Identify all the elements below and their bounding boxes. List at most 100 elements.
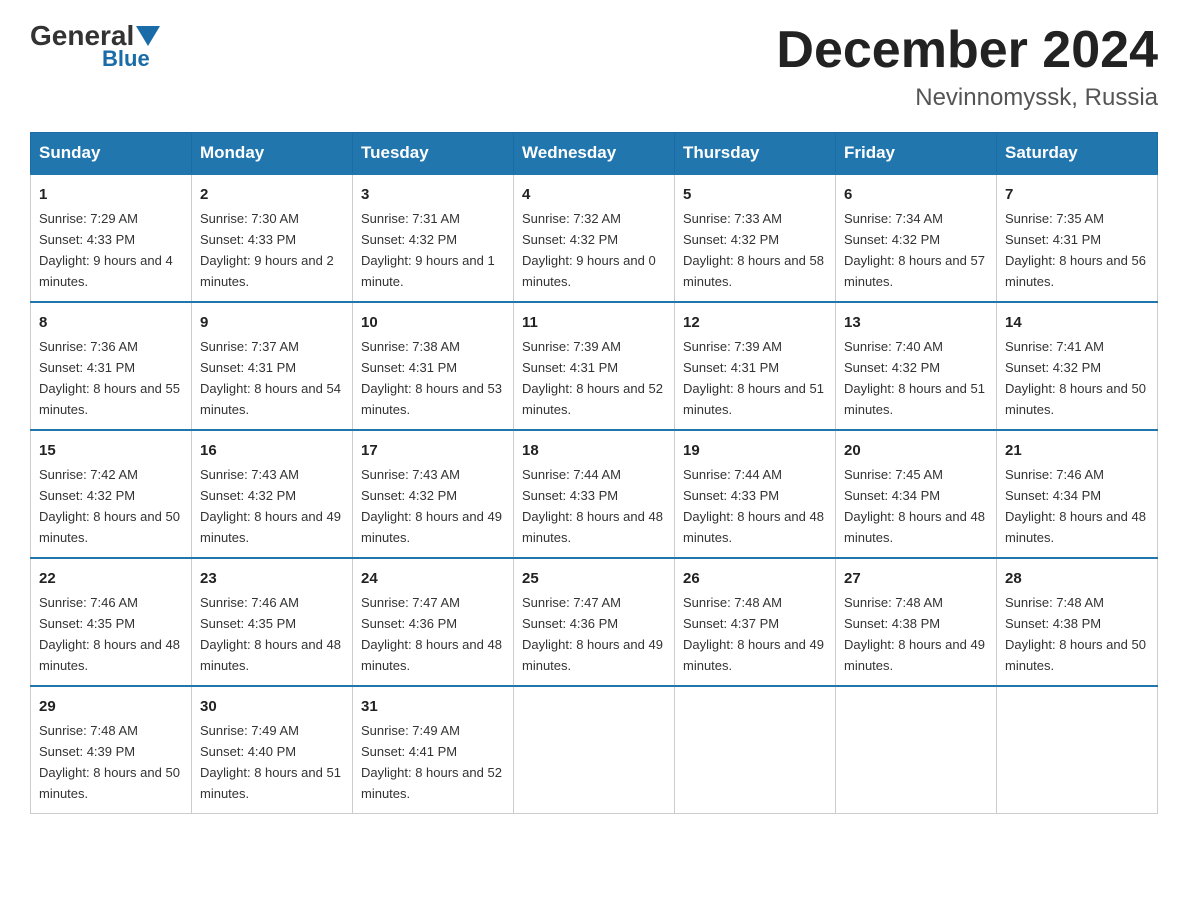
- calendar-cell: 4 Sunrise: 7:32 AMSunset: 4:32 PMDayligh…: [514, 174, 675, 302]
- day-number: 29: [39, 695, 183, 718]
- day-info: Sunrise: 7:43 AMSunset: 4:32 PMDaylight:…: [200, 467, 341, 545]
- month-title: December 2024: [776, 20, 1158, 80]
- day-number: 19: [683, 439, 827, 462]
- day-info: Sunrise: 7:48 AMSunset: 4:38 PMDaylight:…: [844, 595, 985, 673]
- day-info: Sunrise: 7:42 AMSunset: 4:32 PMDaylight:…: [39, 467, 180, 545]
- day-info: Sunrise: 7:40 AMSunset: 4:32 PMDaylight:…: [844, 339, 985, 417]
- calendar-cell: 10 Sunrise: 7:38 AMSunset: 4:31 PMDaylig…: [353, 302, 514, 430]
- calendar-cell: 15 Sunrise: 7:42 AMSunset: 4:32 PMDaylig…: [31, 430, 192, 558]
- day-number: 30: [200, 695, 344, 718]
- day-number: 1: [39, 183, 183, 206]
- calendar-cell: [514, 686, 675, 813]
- calendar-cell: 1 Sunrise: 7:29 AMSunset: 4:33 PMDayligh…: [31, 174, 192, 302]
- calendar-week-row: 15 Sunrise: 7:42 AMSunset: 4:32 PMDaylig…: [31, 430, 1158, 558]
- calendar-cell: [675, 686, 836, 813]
- calendar-cell: 17 Sunrise: 7:43 AMSunset: 4:32 PMDaylig…: [353, 430, 514, 558]
- day-info: Sunrise: 7:37 AMSunset: 4:31 PMDaylight:…: [200, 339, 341, 417]
- logo-blue-text: Blue: [102, 46, 150, 72]
- calendar-cell: 27 Sunrise: 7:48 AMSunset: 4:38 PMDaylig…: [836, 558, 997, 686]
- day-number: 12: [683, 311, 827, 334]
- day-info: Sunrise: 7:29 AMSunset: 4:33 PMDaylight:…: [39, 211, 173, 289]
- day-number: 10: [361, 311, 505, 334]
- calendar-cell: 7 Sunrise: 7:35 AMSunset: 4:31 PMDayligh…: [997, 174, 1158, 302]
- calendar-cell: 24 Sunrise: 7:47 AMSunset: 4:36 PMDaylig…: [353, 558, 514, 686]
- day-number: 8: [39, 311, 183, 334]
- day-info: Sunrise: 7:30 AMSunset: 4:33 PMDaylight:…: [200, 211, 334, 289]
- calendar-cell: [997, 686, 1158, 813]
- day-number: 5: [683, 183, 827, 206]
- logo: General Blue: [30, 20, 162, 72]
- day-number: 23: [200, 567, 344, 590]
- day-info: Sunrise: 7:44 AMSunset: 4:33 PMDaylight:…: [683, 467, 824, 545]
- day-number: 6: [844, 183, 988, 206]
- calendar-week-row: 22 Sunrise: 7:46 AMSunset: 4:35 PMDaylig…: [31, 558, 1158, 686]
- day-header-wednesday: Wednesday: [514, 133, 675, 175]
- day-info: Sunrise: 7:31 AMSunset: 4:32 PMDaylight:…: [361, 211, 495, 289]
- calendar-cell: 28 Sunrise: 7:48 AMSunset: 4:38 PMDaylig…: [997, 558, 1158, 686]
- day-number: 15: [39, 439, 183, 462]
- title-block: December 2024 Nevinnomyssk, Russia: [776, 20, 1158, 112]
- calendar-cell: 11 Sunrise: 7:39 AMSunset: 4:31 PMDaylig…: [514, 302, 675, 430]
- day-info: Sunrise: 7:39 AMSunset: 4:31 PMDaylight:…: [522, 339, 663, 417]
- day-number: 4: [522, 183, 666, 206]
- day-number: 2: [200, 183, 344, 206]
- day-info: Sunrise: 7:36 AMSunset: 4:31 PMDaylight:…: [39, 339, 180, 417]
- calendar-cell: 31 Sunrise: 7:49 AMSunset: 4:41 PMDaylig…: [353, 686, 514, 813]
- calendar-week-row: 29 Sunrise: 7:48 AMSunset: 4:39 PMDaylig…: [31, 686, 1158, 813]
- day-header-tuesday: Tuesday: [353, 133, 514, 175]
- calendar-cell: 26 Sunrise: 7:48 AMSunset: 4:37 PMDaylig…: [675, 558, 836, 686]
- day-number: 31: [361, 695, 505, 718]
- calendar-cell: 25 Sunrise: 7:47 AMSunset: 4:36 PMDaylig…: [514, 558, 675, 686]
- day-info: Sunrise: 7:46 AMSunset: 4:34 PMDaylight:…: [1005, 467, 1146, 545]
- day-info: Sunrise: 7:34 AMSunset: 4:32 PMDaylight:…: [844, 211, 985, 289]
- calendar-table: SundayMondayTuesdayWednesdayThursdayFrid…: [30, 132, 1158, 814]
- day-info: Sunrise: 7:49 AMSunset: 4:40 PMDaylight:…: [200, 723, 341, 801]
- day-number: 27: [844, 567, 988, 590]
- calendar-cell: 14 Sunrise: 7:41 AMSunset: 4:32 PMDaylig…: [997, 302, 1158, 430]
- calendar-cell: 30 Sunrise: 7:49 AMSunset: 4:40 PMDaylig…: [192, 686, 353, 813]
- day-header-sunday: Sunday: [31, 133, 192, 175]
- day-header-monday: Monday: [192, 133, 353, 175]
- day-info: Sunrise: 7:33 AMSunset: 4:32 PMDaylight:…: [683, 211, 824, 289]
- calendar-cell: 2 Sunrise: 7:30 AMSunset: 4:33 PMDayligh…: [192, 174, 353, 302]
- day-info: Sunrise: 7:44 AMSunset: 4:33 PMDaylight:…: [522, 467, 663, 545]
- calendar-cell: 23 Sunrise: 7:46 AMSunset: 4:35 PMDaylig…: [192, 558, 353, 686]
- day-info: Sunrise: 7:48 AMSunset: 4:39 PMDaylight:…: [39, 723, 180, 801]
- logo-triangle-icon: [136, 26, 160, 46]
- day-number: 11: [522, 311, 666, 334]
- calendar-cell: 6 Sunrise: 7:34 AMSunset: 4:32 PMDayligh…: [836, 174, 997, 302]
- calendar-cell: 5 Sunrise: 7:33 AMSunset: 4:32 PMDayligh…: [675, 174, 836, 302]
- day-info: Sunrise: 7:39 AMSunset: 4:31 PMDaylight:…: [683, 339, 824, 417]
- day-info: Sunrise: 7:49 AMSunset: 4:41 PMDaylight:…: [361, 723, 502, 801]
- calendar-cell: 21 Sunrise: 7:46 AMSunset: 4:34 PMDaylig…: [997, 430, 1158, 558]
- calendar-header-row: SundayMondayTuesdayWednesdayThursdayFrid…: [31, 133, 1158, 175]
- day-number: 13: [844, 311, 988, 334]
- location-title: Nevinnomyssk, Russia: [776, 84, 1158, 112]
- day-number: 20: [844, 439, 988, 462]
- calendar-cell: 19 Sunrise: 7:44 AMSunset: 4:33 PMDaylig…: [675, 430, 836, 558]
- calendar-cell: 12 Sunrise: 7:39 AMSunset: 4:31 PMDaylig…: [675, 302, 836, 430]
- day-info: Sunrise: 7:32 AMSunset: 4:32 PMDaylight:…: [522, 211, 656, 289]
- day-number: 17: [361, 439, 505, 462]
- day-info: Sunrise: 7:46 AMSunset: 4:35 PMDaylight:…: [39, 595, 180, 673]
- day-info: Sunrise: 7:41 AMSunset: 4:32 PMDaylight:…: [1005, 339, 1146, 417]
- day-header-thursday: Thursday: [675, 133, 836, 175]
- calendar-cell: 13 Sunrise: 7:40 AMSunset: 4:32 PMDaylig…: [836, 302, 997, 430]
- day-info: Sunrise: 7:43 AMSunset: 4:32 PMDaylight:…: [361, 467, 502, 545]
- day-number: 21: [1005, 439, 1149, 462]
- calendar-cell: [836, 686, 997, 813]
- day-number: 3: [361, 183, 505, 206]
- calendar-cell: 20 Sunrise: 7:45 AMSunset: 4:34 PMDaylig…: [836, 430, 997, 558]
- day-number: 28: [1005, 567, 1149, 590]
- day-header-saturday: Saturday: [997, 133, 1158, 175]
- calendar-cell: 8 Sunrise: 7:36 AMSunset: 4:31 PMDayligh…: [31, 302, 192, 430]
- page-header: General Blue December 2024 Nevinnomyssk,…: [30, 20, 1158, 112]
- day-number: 9: [200, 311, 344, 334]
- day-number: 7: [1005, 183, 1149, 206]
- calendar-week-row: 8 Sunrise: 7:36 AMSunset: 4:31 PMDayligh…: [31, 302, 1158, 430]
- calendar-week-row: 1 Sunrise: 7:29 AMSunset: 4:33 PMDayligh…: [31, 174, 1158, 302]
- day-info: Sunrise: 7:45 AMSunset: 4:34 PMDaylight:…: [844, 467, 985, 545]
- day-info: Sunrise: 7:35 AMSunset: 4:31 PMDaylight:…: [1005, 211, 1146, 289]
- day-info: Sunrise: 7:46 AMSunset: 4:35 PMDaylight:…: [200, 595, 341, 673]
- day-info: Sunrise: 7:47 AMSunset: 4:36 PMDaylight:…: [361, 595, 502, 673]
